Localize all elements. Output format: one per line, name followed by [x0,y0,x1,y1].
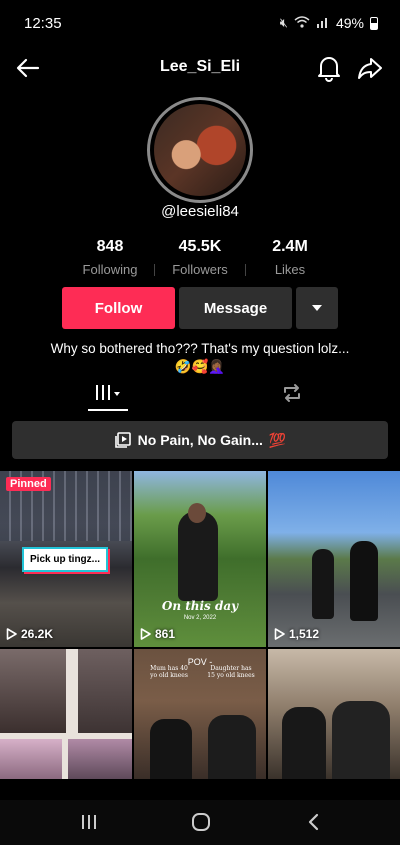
share-button[interactable] [356,54,384,82]
video-thumbnail[interactable] [268,649,400,779]
back-arrow-icon [16,58,40,78]
status-icons: 🔇︎ 49% [280,15,378,31]
signal-icon [316,16,330,31]
suggested-accounts-button[interactable] [296,287,338,329]
tab-reposts[interactable] [276,376,308,409]
view-count: 1,512 [274,627,319,641]
wifi-icon [294,15,310,31]
playlist-button[interactable]: No Pain, No Gain... 💯 [12,421,388,459]
repost-icon [284,383,300,402]
bio-text: Why so bothered tho??? That's my questio… [50,341,350,356]
chevron-left-icon [308,813,319,831]
video-caption: Pick up tingz... [22,547,109,572]
status-time: 12:35 [24,14,62,32]
battery-percent: 49% [335,15,364,31]
battery-icon [370,16,378,30]
share-icon [358,58,382,79]
system-nav-bar [0,800,400,845]
video-thumbnail[interactable] [0,649,132,779]
username: @leesieli84 [161,203,239,220]
profile-header: Lee_Si_Eli [0,46,400,90]
home-button[interactable] [190,812,212,832]
stat-value: 45.5K [178,238,222,255]
meme-caption-right: Daughter has 15 yo old knees [207,665,255,679]
mute-icon: 🔇︎ [279,15,288,30]
stat-followers[interactable]: 45.5K Followers [155,238,245,277]
system-back-button[interactable] [304,812,324,832]
bio-emojis: 🤣🥰🤦🏾‍♀️ [174,359,226,374]
stat-value: 2.4M [272,238,308,255]
recents-icon [82,815,96,829]
stat-label: Following [82,262,138,277]
bio: Why so bothered tho??? That's my questio… [20,340,380,376]
caret-down-icon [312,305,322,311]
back-button[interactable] [14,54,42,82]
content-tabs [0,376,400,412]
message-button[interactable]: Message [179,287,292,329]
video-thumbnail[interactable]: 1,512 [268,471,400,647]
avatar[interactable] [147,97,253,203]
video-thumbnail[interactable]: POV - Mum has 40 yo old knees Daughter h… [134,649,266,779]
stat-label: Followers [172,262,228,277]
stat-label: Likes [274,262,306,277]
tab-videos[interactable] [88,376,128,409]
follow-button[interactable]: Follow [62,287,175,329]
on-this-day-label: On this day [161,599,239,613]
avatar-image [154,104,246,196]
status-bar: 12:35 🔇︎ 49% [0,0,400,46]
stat-value: 848 [96,238,124,255]
view-count-text: 1,512 [289,627,320,641]
playlist-icon [114,432,131,448]
play-icon [6,628,17,640]
view-count: 861 [140,627,175,641]
active-tab-indicator [88,409,128,411]
view-count: 26.2K [6,627,53,641]
video-thumbnail[interactable]: Pinned Pick up tingz... 26.2K [0,471,132,647]
stat-following[interactable]: 848 Following [65,238,155,277]
videos-grid-icon [96,384,120,400]
playlist-label: No Pain, No Gain... [137,432,263,448]
hundred-points-icon: 💯 [268,431,287,448]
view-count-text: 861 [155,627,176,641]
pinned-badge: Pinned [6,477,51,491]
view-count-text: 26.2K [21,627,54,641]
play-icon [274,628,285,640]
video-thumbnail[interactable]: On this day Nov 2, 2022 861 [134,471,266,647]
meme-caption-left: Mum has 40 yo old knees [150,665,188,679]
play-icon [140,628,151,640]
stat-likes[interactable]: 2.4M Likes [245,238,335,277]
on-this-day-date: Nov 2, 2022 [183,615,217,621]
bell-icon [318,57,340,82]
notifications-button[interactable] [316,54,342,82]
recent-apps-button[interactable] [78,812,100,832]
profile-stats: 848 Following 45.5K Followers 2.4M Likes [0,238,400,278]
home-icon [192,813,210,831]
